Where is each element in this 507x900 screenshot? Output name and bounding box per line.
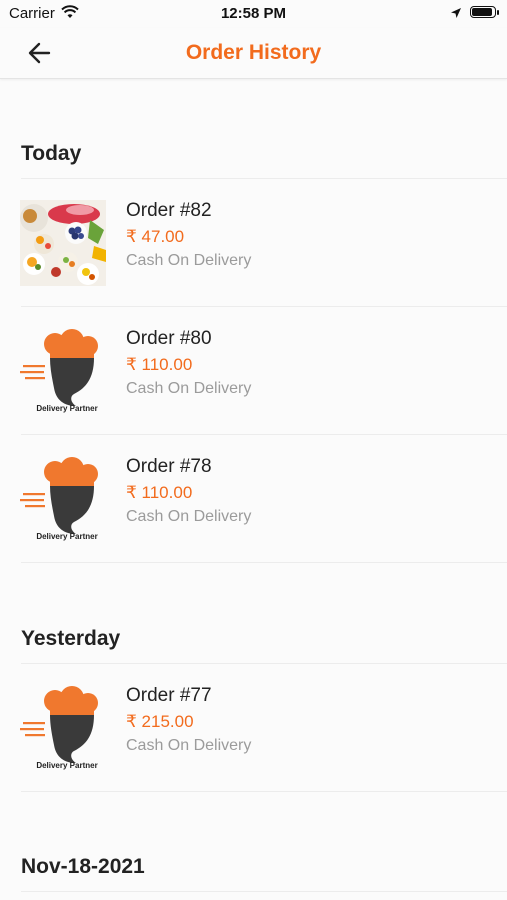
- payment-method: Cash On Delivery: [126, 737, 252, 754]
- delivery-partner-logo-icon: Delivery Partner: [20, 456, 106, 542]
- order-amount: ₹ 47.00: [126, 227, 185, 246]
- order-amount: ₹ 215.00: [126, 712, 194, 731]
- delivery-partner-logo-text: Delivery Partner: [36, 532, 98, 541]
- delivery-partner-logo-text: Delivery Partner: [36, 761, 98, 770]
- section-title-date: Nov-18-2021: [21, 855, 145, 878]
- divider: [21, 791, 507, 792]
- order-item[interactable]: Delivery Partner Order #77 ₹ 215.00 Cash…: [0, 663, 507, 791]
- order-amount: ₹ 110.00: [126, 483, 193, 502]
- delivery-partner-logo-icon: Delivery Partner: [20, 328, 106, 414]
- order-item[interactable]: Order #82 ₹ 47.00 Cash On Delivery: [0, 178, 507, 306]
- divider: [21, 562, 507, 563]
- order-item[interactable]: Delivery Partner Order #80 ₹ 110.00 Cash…: [0, 306, 507, 434]
- payment-method: Cash On Delivery: [126, 508, 252, 525]
- divider: [21, 891, 507, 892]
- order-number: Order #80: [126, 328, 212, 349]
- delivery-partner-logo-icon: Delivery Partner: [20, 685, 106, 771]
- location-arrow-icon: [450, 6, 462, 23]
- section-title-today: Today: [21, 142, 82, 165]
- order-amount: ₹ 110.00: [126, 355, 193, 374]
- page-title: Order History: [185, 41, 322, 64]
- battery-icon: [470, 6, 496, 18]
- section-title-yesterday: Yesterday: [21, 627, 121, 650]
- payment-method: Cash On Delivery: [126, 380, 252, 397]
- status-bar: Carrier 12:58 PM: [0, 0, 507, 28]
- status-time: 12:58 PM: [220, 5, 287, 22]
- battery-tip: [497, 10, 499, 15]
- food-image: [20, 200, 106, 286]
- order-number: Order #78: [126, 456, 212, 477]
- order-number: Order #77: [126, 685, 212, 706]
- payment-method: Cash On Delivery: [126, 252, 252, 269]
- delivery-partner-logo-text: Delivery Partner: [36, 404, 98, 413]
- order-number: Order #82: [126, 200, 212, 221]
- order-item[interactable]: Delivery Partner Order #78 ₹ 110.00 Cash…: [0, 434, 507, 562]
- nav-header: Order History: [0, 28, 507, 79]
